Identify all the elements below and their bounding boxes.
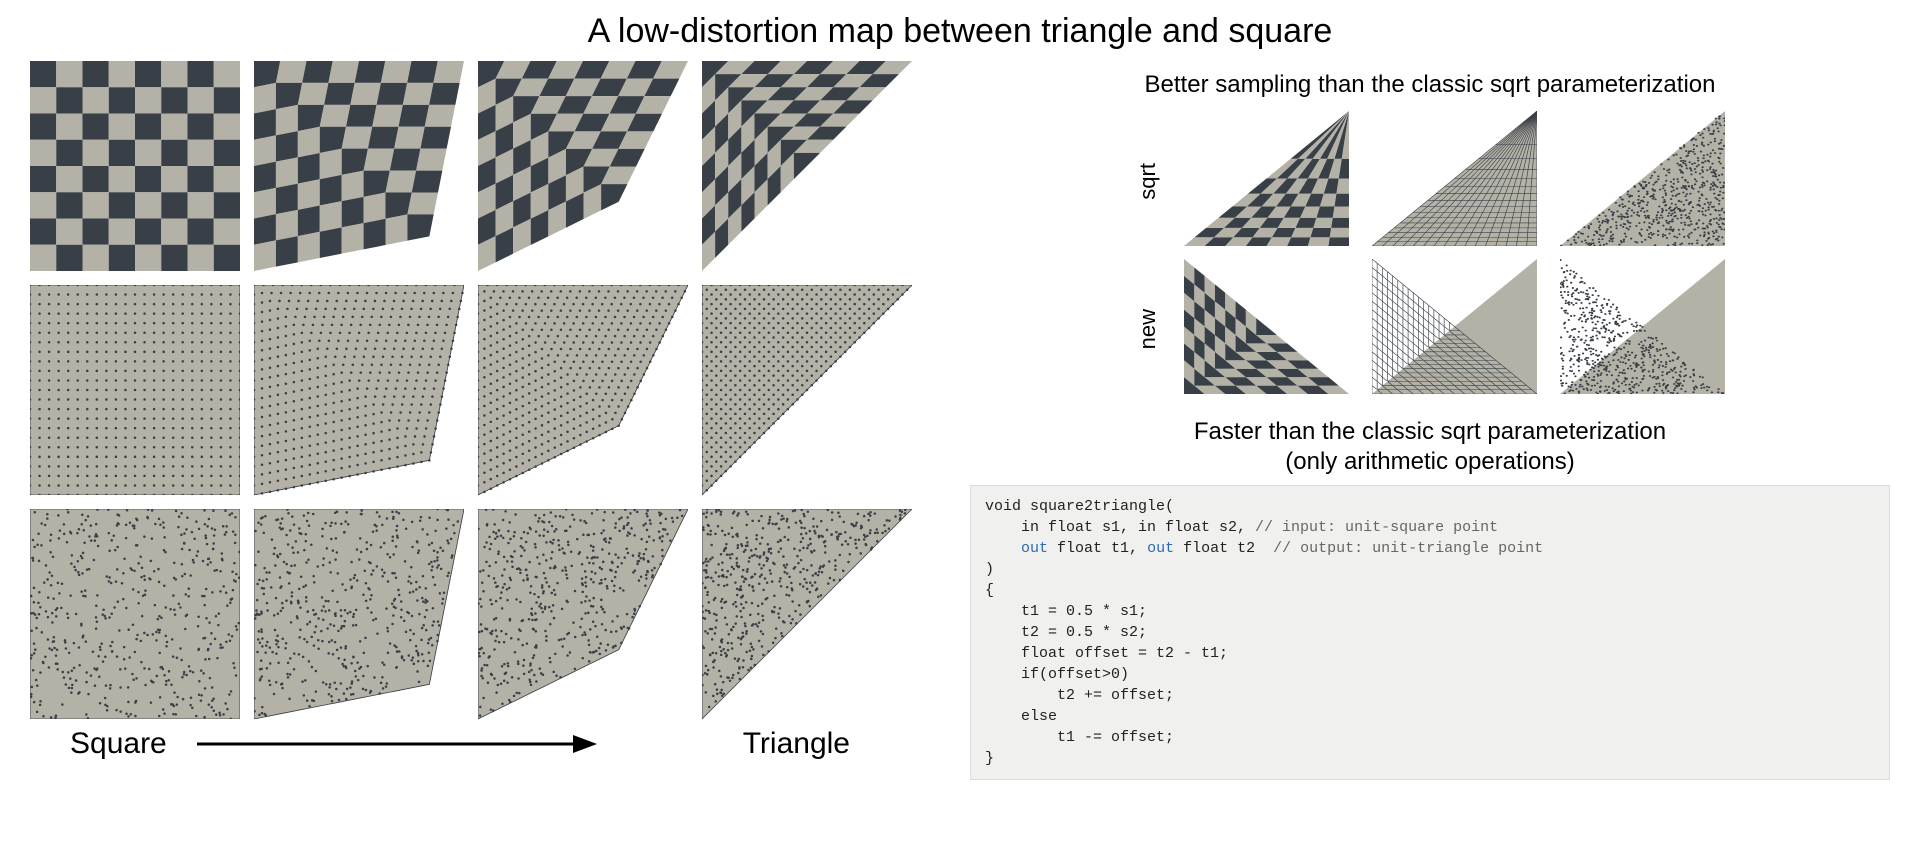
morph-cell-blue-noise-step3 [702,509,912,719]
morph-cell-checker-step3 [702,61,912,271]
morph-cell-checker-step1 [254,61,464,271]
compare-new-grid [1372,259,1542,399]
compare-sqrt-grid [1372,111,1542,251]
morph-cell-blue-noise-step2 [478,509,688,719]
sampling-heading: Better sampling than the classic sqrt pa… [960,71,1900,99]
compare-row-label-new: new [1135,309,1161,349]
faster-heading: Faster than the classic sqrt parameteriz… [960,417,1900,477]
compare-new-noise [1560,259,1730,399]
morph-cell-blue-noise-step0 [30,509,240,719]
morph-cell-dot-grid-step1 [254,285,464,495]
compare-new-checker [1184,259,1354,399]
compare-sqrt-noise [1560,111,1730,251]
label-square: Square [70,727,167,761]
morph-cell-checker-step2 [478,61,688,271]
morph-cell-dot-grid-step2 [478,285,688,495]
compare-sqrt-checker [1184,111,1354,251]
axis-label-row: Square Triangle [30,727,920,761]
page-title: A low-distortion map between triangle an… [0,12,1920,51]
label-triangle: Triangle [743,727,850,761]
morph-cell-checker-step0 [30,61,240,271]
morph-cell-dot-grid-step3 [702,285,912,495]
arrow-icon [197,732,597,756]
morph-cell-dot-grid-step0 [30,285,240,495]
compare-row-label-sqrt: sqrt [1135,163,1161,200]
code-snippet: void square2triangle( in float s1, in fl… [970,485,1890,780]
morph-grid-panel: Square Triangle [20,61,920,780]
morph-cell-blue-noise-step1 [254,509,464,719]
right-panel: Better sampling than the classic sqrt pa… [920,61,1900,780]
